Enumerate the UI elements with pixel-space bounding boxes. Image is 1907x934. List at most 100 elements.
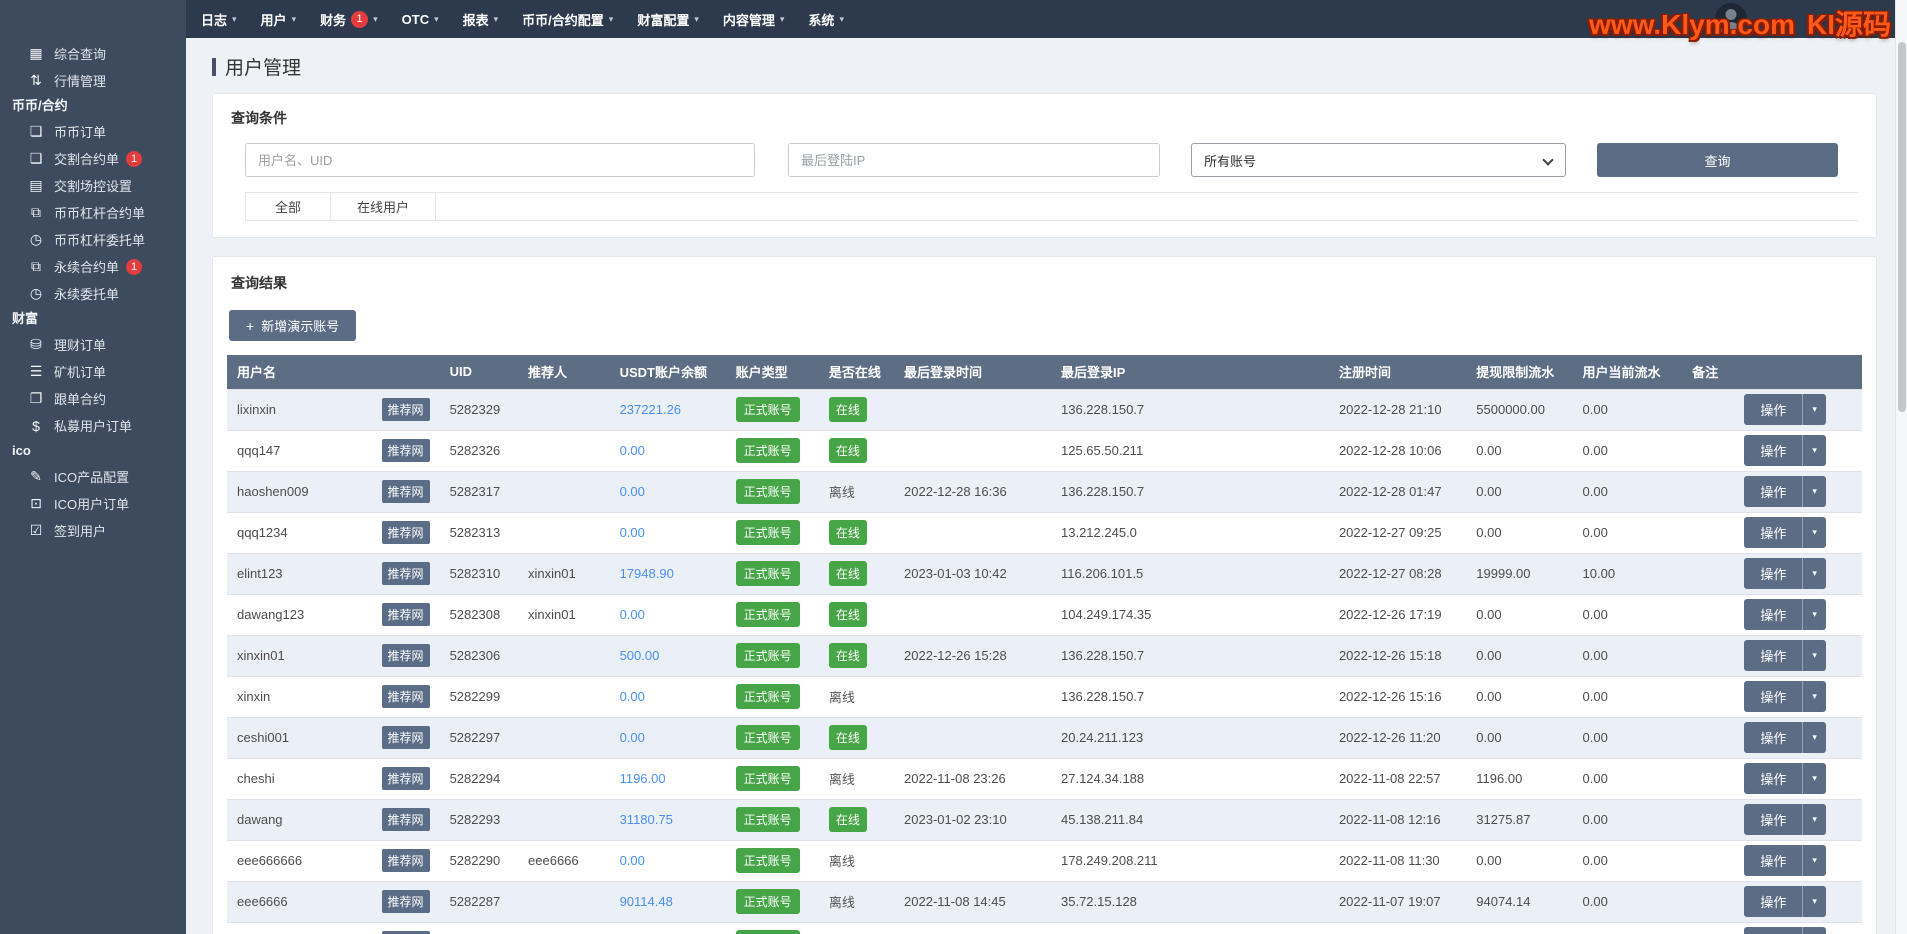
uid-cell: 5282310 (440, 553, 518, 594)
nav-item-6[interactable]: 币币/合约配置▾ (510, 0, 625, 38)
action-caret-icon[interactable]: ▾ (1802, 640, 1826, 671)
action-button[interactable]: 操作 (1744, 927, 1802, 934)
sidebar-item[interactable]: ⛁理财订单 (0, 331, 186, 358)
action-button[interactable]: 操作 (1744, 640, 1802, 671)
action-button[interactable]: 操作 (1744, 517, 1802, 548)
balance-link[interactable]: 237221.26 (620, 402, 681, 417)
withdraw-limit-flow-cell: 5500000.00 (1466, 389, 1572, 430)
nav-item-9[interactable]: 系统▾ (796, 0, 856, 38)
referrer-cell (518, 799, 610, 840)
balance-link[interactable]: 1196.00 (620, 771, 666, 786)
sidebar-item[interactable]: ◷币币杠杆委托单 (0, 226, 186, 253)
action-button[interactable]: 操作 (1744, 435, 1802, 466)
action-split-button[interactable]: 操作▾ (1744, 558, 1826, 589)
balance-link[interactable]: 31180.75 (620, 812, 673, 827)
balance-link[interactable]: 90114.48 (620, 894, 673, 909)
nav-item-7[interactable]: 财富配置▾ (625, 0, 711, 38)
username-wrap: ceshi001推荐网 (237, 726, 436, 749)
tab-online-users[interactable]: 在线用户 (331, 193, 436, 220)
balance-link[interactable]: 0.00 (620, 484, 645, 499)
sidebar-item[interactable]: ▤交割场控设置 (0, 172, 186, 199)
sidebar-item[interactable]: $私募用户订单 (0, 412, 186, 439)
search-button[interactable]: 查询 (1597, 143, 1838, 177)
sidebar-item[interactable]: ⧉币币杠杆合约单 (0, 199, 186, 226)
action-caret-icon[interactable]: ▾ (1802, 681, 1826, 712)
sidebar-item[interactable]: ⧉永续合约单1 (0, 253, 186, 280)
online-status-cell: 在线 (819, 553, 894, 594)
action-caret-icon[interactable]: ▾ (1802, 845, 1826, 876)
action-caret-icon[interactable]: ▾ (1802, 394, 1826, 425)
username-uid-input[interactable] (245, 143, 755, 177)
action-button[interactable]: 操作 (1744, 845, 1802, 876)
scrollbar-thumb[interactable] (1898, 42, 1906, 412)
nav-item-2[interactable]: 用户▾ (249, 0, 309, 38)
action-caret-icon[interactable]: ▾ (1802, 517, 1826, 548)
sidebar-item[interactable]: ⊡ICO用户订单 (0, 490, 186, 517)
nav-item-8[interactable]: 内容管理▾ (711, 0, 797, 38)
sidebar-item[interactable]: ❐跟单合约 (0, 385, 186, 412)
sidebar-item[interactable]: ❏交割合约单1 (0, 145, 186, 172)
bookmark-icon: ❏ (27, 123, 45, 140)
balance-link[interactable]: 0.00 (620, 730, 645, 745)
sidebar-item[interactable]: ◷永续委托单 (0, 280, 186, 307)
action-button[interactable]: 操作 (1744, 476, 1802, 507)
action-split-button[interactable]: 操作▾ (1744, 640, 1826, 671)
tab-all[interactable]: 全部 (245, 193, 331, 220)
last-login-ip-input[interactable] (788, 143, 1160, 177)
action-caret-icon[interactable]: ▾ (1802, 435, 1826, 466)
action-split-button[interactable]: 操作▾ (1744, 517, 1826, 548)
action-caret-icon[interactable]: ▾ (1802, 722, 1826, 753)
action-caret-icon[interactable]: ▾ (1802, 599, 1826, 630)
action-split-button[interactable]: 操作▾ (1744, 394, 1826, 425)
plus-icon: + (246, 318, 254, 334)
balance-link[interactable]: 0.00 (620, 607, 645, 622)
balance-link[interactable]: 17948.90 (620, 566, 674, 581)
balance-link[interactable]: 500.00 (620, 648, 660, 663)
action-button[interactable]: 操作 (1744, 558, 1802, 589)
action-caret-icon[interactable]: ▾ (1802, 558, 1826, 589)
action-split-button[interactable]: 操作▾ (1744, 476, 1826, 507)
action-caret-icon[interactable]: ▾ (1802, 804, 1826, 835)
last-login-ip-cell: 116.206.101.5 (1051, 553, 1329, 594)
action-button[interactable]: 操作 (1744, 599, 1802, 630)
sidebar-item[interactable]: ⇅行情管理 (0, 67, 186, 94)
account-type-badge: 正式账号 (736, 602, 800, 627)
action-split-button[interactable]: 操作▾ (1744, 845, 1826, 876)
action-button[interactable]: 操作 (1744, 394, 1802, 425)
sidebar-item[interactable]: ✎ICO产品配置 (0, 463, 186, 490)
sidebar-item[interactable]: ▦综合查询 (0, 40, 186, 67)
action-caret-icon[interactable]: ▾ (1802, 476, 1826, 507)
action-split-button[interactable]: 操作▾ (1744, 681, 1826, 712)
action-caret-icon[interactable]: ▾ (1802, 886, 1826, 917)
nav-item-5[interactable]: 报表▾ (451, 0, 511, 38)
action-split-button[interactable]: 操作▾ (1744, 435, 1826, 466)
nav-item-4[interactable]: OTC▾ (390, 0, 451, 38)
action-split-button[interactable]: 操作▾ (1744, 722, 1826, 753)
action-caret-icon[interactable]: ▾ (1802, 763, 1826, 794)
scrollbar[interactable] (1895, 0, 1907, 934)
sidebar-item[interactable]: ❏币币订单 (0, 118, 186, 145)
username-cell: xinxin推荐网 (227, 676, 440, 717)
nav-item-3[interactable]: 财务1▾ (308, 0, 390, 38)
withdraw-limit-flow-cell: 94074.14 (1466, 881, 1572, 922)
sidebar-item[interactable]: ☑签到用户 (0, 517, 186, 544)
balance-link[interactable]: 0.00 (620, 525, 645, 540)
action-split-button[interactable]: 操作▾ (1744, 599, 1826, 630)
action-split-button[interactable]: 操作▾ (1744, 763, 1826, 794)
action-button[interactable]: 操作 (1744, 886, 1802, 917)
balance-link[interactable]: 0.00 (620, 853, 645, 868)
nav-item-1[interactable]: 日志▾ (189, 0, 249, 38)
account-type-select[interactable]: 所有账号 (1191, 143, 1566, 177)
action-button[interactable]: 操作 (1744, 681, 1802, 712)
action-split-button[interactable]: 操作▾ (1744, 886, 1826, 917)
sidebar-item[interactable]: ☰矿机订单 (0, 358, 186, 385)
action-button[interactable]: 操作 (1744, 763, 1802, 794)
action-caret-icon[interactable]: ▾ (1802, 927, 1826, 934)
balance-link[interactable]: 0.00 (620, 443, 645, 458)
balance-link[interactable]: 0.00 (620, 689, 645, 704)
action-split-button[interactable]: 操作▾ (1744, 927, 1826, 934)
add-demo-account-button[interactable]: + 新增演示账号 (229, 310, 356, 341)
action-button[interactable]: 操作 (1744, 804, 1802, 835)
action-button[interactable]: 操作 (1744, 722, 1802, 753)
action-split-button[interactable]: 操作▾ (1744, 804, 1826, 835)
